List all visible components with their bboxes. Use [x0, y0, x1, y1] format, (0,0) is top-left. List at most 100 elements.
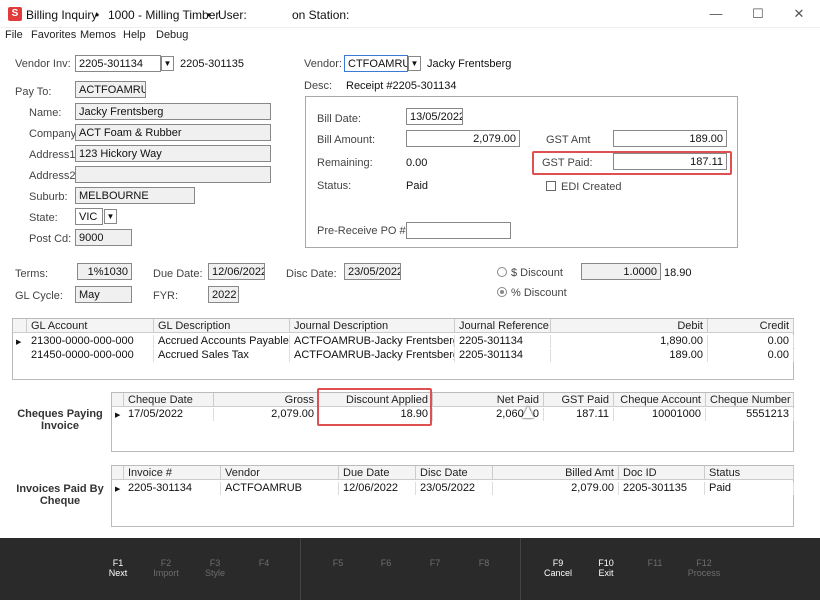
suburb-label: Suburb: [29, 191, 68, 203]
fkey-key: F2 [160, 558, 172, 568]
f8-button[interactable]: F8 [460, 558, 508, 568]
name-label: Name: [29, 107, 62, 119]
address1-field[interactable]: 123 Hickory Way [75, 145, 271, 162]
fkey-label: Style [204, 568, 225, 578]
address2-label: Address2: [29, 170, 79, 182]
menu-help[interactable]: Help [123, 29, 146, 41]
grid-corner [112, 393, 124, 407]
discount-applied-highlight [317, 388, 432, 426]
gl-cell-credit: 0.00 [708, 349, 794, 362]
cheques-header-account: Cheque Account [614, 393, 706, 407]
pay-to-code: ACTFOAMRUB [75, 81, 146, 98]
row-selector-icon: ▶ [115, 412, 121, 419]
suburb-field[interactable]: MELBOURNE [75, 187, 195, 204]
invoices-cell-disc-date: 23/05/2022 [416, 482, 493, 495]
postcode-field[interactable]: 9000 [75, 229, 132, 246]
f10-exit-button[interactable]: F10 Exit [582, 558, 630, 578]
fkey-key: F1 [112, 558, 124, 568]
bill-amount-field[interactable]: 2,079.00 [406, 130, 520, 147]
cheques-header-date: Cheque Date [124, 393, 214, 407]
f11-button[interactable]: F11 [631, 558, 679, 568]
station-label: on Station: [292, 8, 350, 22]
menu-memos[interactable]: Memos [80, 29, 116, 41]
gl-header-journal-reference: Journal Reference [455, 319, 551, 333]
cheques-header-gross: Gross [214, 393, 319, 407]
gl-header-debit: Debit [551, 319, 708, 333]
due-date-field[interactable]: 12/06/2022 [208, 263, 265, 280]
dollar-discount-radio[interactable] [497, 267, 507, 277]
gl-cell-description: Accrued Accounts Payable [154, 335, 290, 348]
grid-corner [112, 466, 124, 480]
row-selector-icon: ▶ [16, 339, 22, 346]
grid-corner [13, 319, 27, 333]
fkey-key: F5 [332, 558, 344, 568]
cheques-cell-gross: 2,079.00 [214, 408, 319, 421]
gl-grid: GL Account GL Description Journal Descri… [12, 318, 794, 380]
status-value: Paid [406, 180, 429, 192]
document-title: 1000 - Milling Timber [108, 8, 220, 22]
state-dropdown-icon[interactable]: ▼ [104, 209, 117, 224]
address1-label: Address1: [29, 149, 79, 161]
vendor-inv-dropdown-icon[interactable]: ▼ [161, 56, 174, 71]
gl-cycle-label: GL Cycle: [15, 290, 63, 302]
bill-amount-label: Bill Amount: [317, 134, 376, 146]
fyr-field[interactable]: 2022 [208, 286, 239, 303]
f4-button[interactable]: F4 [240, 558, 288, 568]
f6-button[interactable]: F6 [362, 558, 410, 568]
close-button[interactable]: ✕ [789, 6, 809, 22]
gl-header-description: GL Description [154, 319, 290, 333]
gst-amt-field[interactable]: 189.00 [613, 130, 727, 147]
fkey-label: Exit [598, 568, 614, 578]
edi-created-checkbox[interactable] [546, 181, 556, 191]
invoices-section-label: Invoices Paid By Cheque [16, 483, 104, 507]
address2-field[interactable] [75, 166, 271, 183]
minimize-button[interactable]: — [706, 6, 726, 22]
maximize-button[interactable]: ☐ [748, 6, 768, 22]
disc-date-field[interactable]: 23/05/2022 [344, 263, 401, 280]
f7-button[interactable]: F7 [411, 558, 459, 568]
app-icon: S [8, 7, 22, 21]
prereceive-label: Pre-Receive PO #: [317, 225, 409, 237]
dollar-discount-label: $ Discount [511, 267, 563, 279]
gl-cell-journal-description: ACTFOAMRUB-Jacky Frentsberg [290, 335, 455, 348]
state-field[interactable]: VIC [75, 208, 103, 225]
menu-favorites[interactable]: Favorites [31, 29, 76, 41]
invoices-cell-doc-id: 2205-301135 [619, 482, 705, 495]
function-key-bar: F1 Next F2 Import F3 Style F4 F5 F6 F7 F8 F… [0, 538, 820, 600]
pay-to-label: Pay To: [15, 86, 52, 98]
vendor-field[interactable]: CTFOAMRUB [344, 55, 408, 72]
invoices-header-vendor: Vendor [221, 466, 339, 480]
bill-date-field[interactable]: 13/05/2022 [406, 108, 463, 125]
vendor-inv-field[interactable]: 2205-301134 [75, 55, 161, 72]
cheques-cell-gst-paid: 187.11 [544, 408, 614, 421]
f12-process-button[interactable]: F12 Process [680, 558, 728, 578]
pct-discount-radio[interactable] [497, 287, 507, 297]
vendor-dropdown-icon[interactable]: ▼ [408, 56, 421, 71]
gst-paid-label: GST Paid: [542, 157, 593, 169]
gl-cycle-field[interactable]: May [75, 286, 132, 303]
fkey-label: Cancel [543, 568, 572, 578]
edi-created-label: EDI Created [561, 181, 622, 193]
state-label: State: [29, 212, 58, 224]
window-title: Billing Inquiry [26, 8, 98, 22]
invoices-header-due-date: Due Date [339, 466, 416, 480]
f3-style-button[interactable]: F3 Style [191, 558, 239, 578]
discount-value-field[interactable]: 1.0000 [581, 263, 661, 280]
f1-next-button[interactable]: F1 Next [94, 558, 142, 578]
f5-button[interactable]: F5 [314, 558, 362, 568]
cheques-section-label: Cheques Paying Invoice [17, 408, 103, 432]
name-field[interactable]: Jacky Frentsberg [75, 103, 271, 120]
fkey-label: Import [153, 568, 179, 578]
terms-field[interactable]: 1%1030 [77, 263, 132, 280]
prereceive-field[interactable] [406, 222, 511, 239]
f9-cancel-button[interactable]: F9 Cancel [534, 558, 582, 578]
company-field[interactable]: ACT Foam & Rubber [75, 124, 271, 141]
gst-paid-field[interactable]: 187.11 [613, 153, 727, 170]
gl-cell-journal-reference: 2205-301134 [455, 335, 551, 348]
fkey-key: F3 [209, 558, 221, 568]
menu-file[interactable]: File [5, 29, 23, 41]
f2-import-button[interactable]: F2 Import [142, 558, 190, 578]
fkey-key: F9 [552, 558, 564, 568]
title-bar: S Billing Inquiry • 1000 - Milling Timbe… [0, 0, 820, 28]
menu-debug[interactable]: Debug [156, 29, 188, 41]
